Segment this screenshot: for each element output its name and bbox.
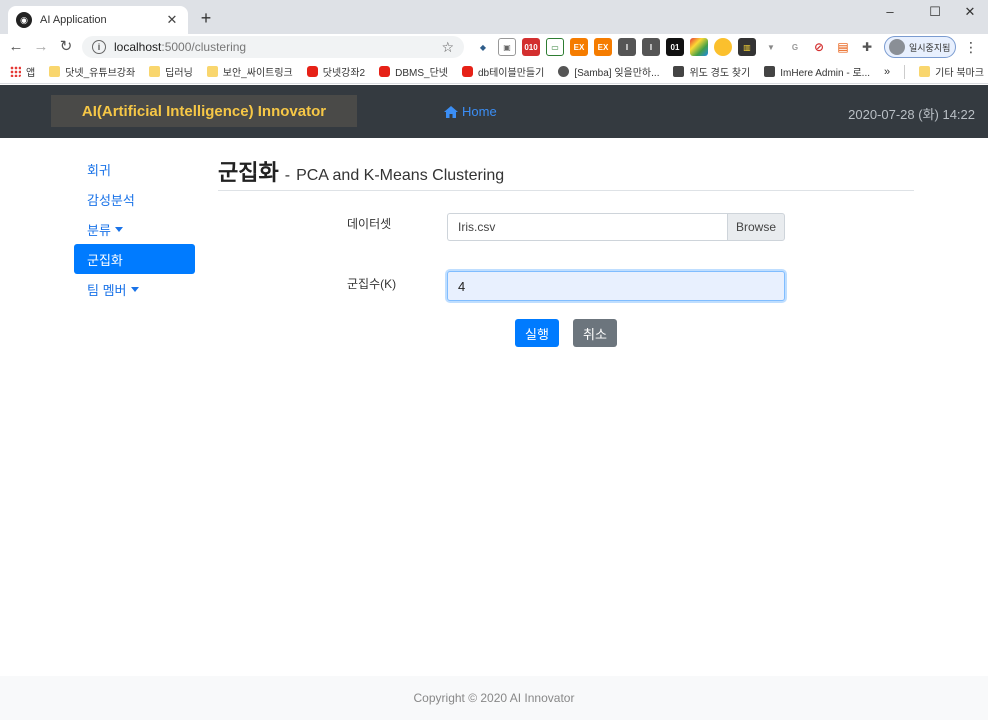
extensions-puzzle-icon[interactable]: ✚ [858, 38, 876, 56]
extension-icon[interactable]: ⊘ [810, 38, 828, 56]
folder-icon [49, 66, 61, 77]
browser-tab[interactable]: ◉ AI Application ✕ [8, 6, 188, 34]
copyright-text: Copyright © 2020 AI Innovator [413, 691, 575, 705]
extension-icon[interactable]: ▼ [762, 38, 780, 56]
dataset-label: 데이터셋 [347, 217, 392, 231]
bookmark-link[interactable]: 닷넷강좌2 [306, 64, 365, 79]
extension-icon[interactable]: I [618, 38, 636, 56]
bookmark-link[interactable]: 위도 경도 찾기 [673, 64, 750, 79]
caret-down-icon [130, 286, 139, 292]
k-label: 군집수(K) [347, 277, 397, 291]
dataset-file-name[interactable]: Iris.csv [447, 213, 727, 241]
tab-title: AI Application [40, 14, 107, 26]
avatar [889, 39, 905, 55]
reload-icon[interactable]: ↻ [56, 36, 76, 58]
caret-down-icon [114, 226, 123, 232]
page-icon [764, 66, 776, 77]
extension-icon[interactable]: ▤ [834, 38, 852, 56]
tab-close-icon[interactable]: ✕ [164, 12, 180, 28]
back-arrow-icon[interactable]: ← [6, 36, 26, 58]
folder-icon [919, 66, 931, 77]
globe-icon [558, 66, 570, 77]
page-title: 군집화 [218, 160, 279, 185]
profile-label: 일시중지됨 [909, 42, 951, 53]
other-bookmarks-folder[interactable]: 기타 북마크 [919, 64, 984, 79]
extension-icon[interactable]: EX [570, 38, 588, 56]
extension-icon[interactable]: 01 [666, 38, 684, 56]
extensions-row: ◆ ▣ 010 ▭ EX EX I I 01 ▥ ▼ G ⊘ ▤ ✚ [474, 38, 876, 56]
folder-icon [206, 66, 218, 77]
brand-logo[interactable]: AI(Artificial Intelligence) Innovator [51, 95, 357, 127]
extension-icon[interactable] [714, 38, 732, 56]
bookmarks-bar: 앱 닷넷_유튜브강좌 딥러닝 보안_싸이트링크 닷넷강좌2 DBMS_단넷 db… [0, 60, 988, 84]
bookmarks-overflow-button[interactable]: » [884, 66, 890, 78]
extension-icon[interactable] [690, 38, 708, 56]
bookmark-star-icon[interactable]: ☆ [441, 39, 454, 56]
home-label: Home [462, 104, 497, 119]
browse-button[interactable]: Browse [727, 213, 785, 241]
new-tab-button[interactable]: + [196, 8, 216, 28]
browser-toolbar: ← → ↻ i localhost:5000/clustering ☆ ◆ ▣ … [0, 34, 988, 60]
bookmark-apps[interactable]: 앱 [10, 64, 35, 79]
folder-icon [149, 66, 161, 77]
bookmark-link[interactable]: db테이블만들기 [461, 64, 544, 79]
url-text[interactable]: localhost:5000/clustering [114, 40, 441, 54]
site-info-icon[interactable]: i [92, 40, 106, 54]
page-title-separator: - [284, 167, 291, 184]
profile-button[interactable]: 일시중지됨 [884, 36, 956, 58]
app-favicon-icon: ◉ [16, 12, 32, 28]
bookmark-link[interactable]: DBMS_단넷 [379, 64, 448, 79]
sidebar-item-classification[interactable]: 분류 [74, 214, 195, 244]
sidebar: 회귀 감성분석 분류 군집화 팀 멤버 [74, 154, 195, 304]
bookmark-folder[interactable]: 딥러닝 [149, 64, 193, 79]
extension-icon[interactable]: G [786, 38, 804, 56]
cancel-button[interactable]: 취소 [573, 319, 617, 347]
extension-icon[interactable]: ▥ [738, 38, 756, 56]
page-heading: 군집화 - PCA and K-Means Clustering [218, 155, 914, 191]
extension-icon[interactable]: I [642, 38, 660, 56]
bookmarks-divider [904, 64, 906, 79]
sidebar-item-sentiment[interactable]: 감성분석 [74, 184, 195, 214]
apps-icon [10, 66, 21, 77]
bookmark-folder[interactable]: 보안_싸이트링크 [206, 64, 293, 79]
extension-icon[interactable]: ▣ [498, 38, 516, 56]
extension-icon[interactable]: ◆ [474, 38, 492, 56]
sidebar-item-team-members[interactable]: 팀 멤버 [74, 274, 195, 304]
minimize-button[interactable]: – [876, 2, 904, 22]
home-icon [444, 105, 458, 118]
maximize-button[interactable]: ☐ [921, 2, 949, 22]
dataset-file-input[interactable]: Iris.csv Browse [447, 213, 785, 241]
browser-menu-icon[interactable]: ⋮ [964, 38, 978, 58]
page-subtitle: PCA and K-Means Clustering [296, 167, 505, 184]
browser-tab-bar: ◉ AI Application ✕ + – ☐ ✕ [0, 0, 988, 34]
address-bar[interactable]: i localhost:5000/clustering ☆ [82, 36, 464, 58]
extension-icon[interactable]: ▭ [546, 38, 564, 56]
sidebar-item-clustering[interactable]: 군집화 [74, 244, 195, 274]
page-icon [673, 66, 685, 77]
extension-icon[interactable]: EX [594, 38, 612, 56]
run-button[interactable]: 실행 [515, 319, 559, 347]
forward-arrow-icon[interactable]: → [31, 36, 51, 58]
home-link[interactable]: Home [444, 104, 497, 119]
bookmark-folder[interactable]: 닷넷_유튜브강좌 [49, 64, 135, 79]
extension-icon[interactable]: 010 [522, 38, 540, 56]
app-navbar: AI(Artificial Intelligence) Innovator Ho… [0, 85, 988, 138]
close-window-button[interactable]: ✕ [956, 2, 984, 22]
bookmark-link[interactable]: ImHere Admin - 로... [764, 64, 870, 79]
k-clusters-input[interactable] [447, 271, 785, 301]
youtube-icon [306, 66, 318, 77]
youtube-icon [461, 66, 473, 77]
bookmark-link[interactable]: [Samba] 잊을만하... [558, 64, 659, 79]
youtube-icon [379, 66, 391, 77]
footer: Copyright © 2020 AI Innovator [0, 676, 988, 720]
current-datetime: 2020-07-28 (화) 14:22 [848, 107, 975, 122]
sidebar-item-regression[interactable]: 회귀 [74, 154, 195, 184]
